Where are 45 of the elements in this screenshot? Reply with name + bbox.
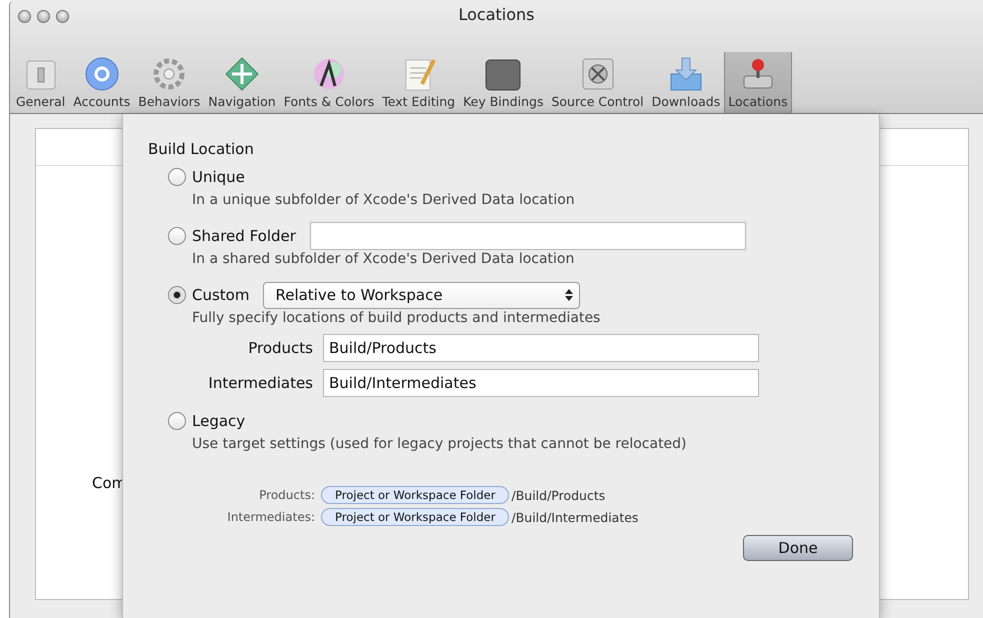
radio-button[interactable]: [168, 168, 186, 186]
toolbar-tab[interactable]: General: [12, 52, 70, 113]
toolbar-tab[interactable]: Navigation: [204, 52, 280, 113]
toolbar-tab[interactable]: Locations: [724, 52, 792, 113]
path-suffix: /Build/Intermediates: [511, 510, 638, 524]
toolbar-tab[interactable]: Key Bindings: [459, 52, 548, 113]
toolbar-tab[interactable]: Downloads: [648, 52, 724, 113]
radio-button[interactable]: [168, 286, 186, 304]
done-button[interactable]: Done: [743, 535, 853, 561]
move-arrows-icon: [224, 56, 260, 92]
option-description: In a shared subfolder of Xcode's Derived Data location: [191, 251, 576, 267]
radio-label: Unique: [192, 168, 245, 186]
window-control-button[interactable]: [18, 10, 31, 23]
popup-menu[interactable]: Relative to Workspace: [263, 282, 580, 308]
window-title: Locations: [458, 4, 534, 24]
switch-icon: [24, 58, 58, 92]
option-description: Use target settings (used for legacy projects that cannot be relocated): [191, 436, 688, 452]
preview-label: Intermediates:: [226, 510, 315, 524]
path-input-field[interactable]: Build/Products: [323, 334, 759, 362]
toolbar-tab[interactable]: Source Control: [547, 52, 648, 113]
radio-button[interactable]: [168, 412, 186, 430]
key-icon: [484, 58, 522, 92]
window-control-button[interactable]: [37, 10, 50, 23]
path-label: Intermediates: [207, 374, 313, 392]
option-description: In a unique subfolder of Xcode's Derived Data location: [191, 192, 576, 208]
preview-label: Products:: [258, 488, 315, 502]
toolbar-tab[interactable]: Fonts & Colors: [280, 52, 378, 113]
path-suffix: /Build/Products: [511, 488, 606, 502]
path-input-field[interactable]: Build/Intermediates: [323, 369, 759, 397]
folder-input-field[interactable]: [310, 222, 746, 250]
option-description: Fully specify locations of build products and intermediates: [191, 310, 602, 326]
window-control-button[interactable]: [56, 10, 69, 23]
radio-label: Legacy: [192, 412, 246, 430]
radio-label: Shared Folder: [192, 227, 296, 245]
toolbar-tab[interactable]: Text Editing: [378, 52, 460, 113]
gear-icon: [151, 56, 188, 92]
stepper-arrows-icon: [565, 289, 574, 301]
section-heading: Build Location: [148, 140, 255, 158]
radio-label: Custom: [192, 286, 250, 304]
radio-button[interactable]: [168, 227, 186, 245]
path-token: Project or Workspace Folder: [321, 508, 510, 526]
toolbar-tab[interactable]: Behaviors: [134, 52, 204, 113]
path-token: Project or Workspace Folder: [321, 486, 510, 504]
path-label: Products: [247, 339, 313, 357]
toolbar-tab[interactable]: Accounts: [69, 52, 134, 113]
